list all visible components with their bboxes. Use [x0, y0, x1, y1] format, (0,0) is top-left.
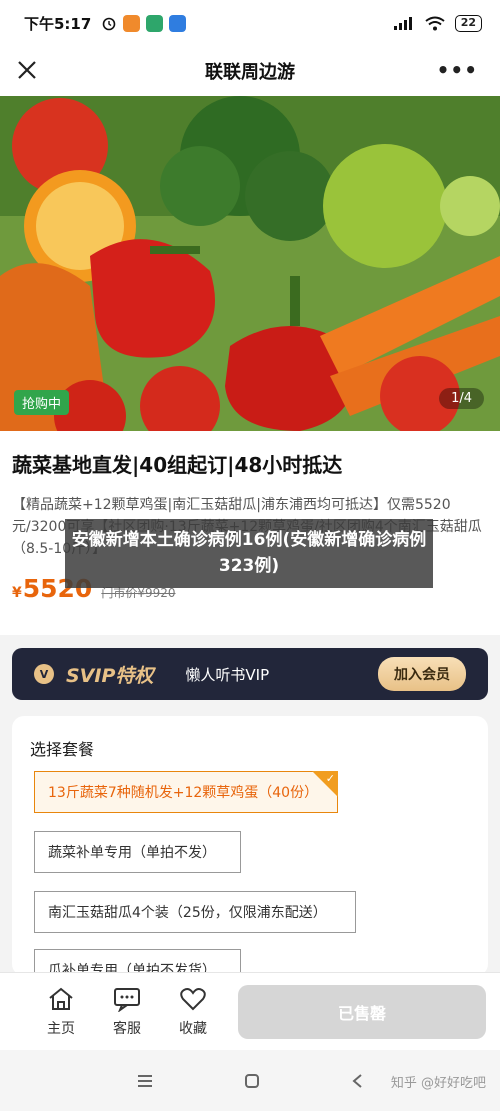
watermark: 知乎 @好好吃吧 — [390, 1076, 486, 1091]
check-icon: ✓ — [325, 772, 335, 785]
chat-icon — [114, 987, 140, 1012]
menu-icon[interactable] — [136, 1074, 154, 1088]
close-icon[interactable] — [14, 57, 40, 83]
package-option[interactable]: 南汇玉菇甜瓜4个装（25份，仅限浦东配送） — [34, 891, 356, 933]
package-heading: 选择套餐 — [30, 740, 95, 759]
package-option[interactable]: 13斤蔬菜7种随机发+12颗草鸡蛋（40份） ✓ — [34, 771, 338, 813]
join-member-button[interactable]: 加入会员 — [378, 657, 466, 691]
tab-home[interactable]: 主页 — [28, 986, 94, 1038]
back-icon[interactable] — [350, 1073, 364, 1089]
package-option[interactable]: 蔬菜补单专用（单拍不发） — [34, 831, 241, 873]
alarm-icon — [103, 17, 116, 31]
package-label: 南汇玉菇甜瓜4个装（25份，仅限浦东配送） — [48, 905, 327, 921]
carousel-pager: 1/4 — [439, 388, 484, 409]
svip-brand: SVIP特权 — [66, 664, 154, 687]
tab-favorites[interactable]: 收藏 — [160, 986, 226, 1038]
package-label: 13斤蔬菜7种随机发+12颗草鸡蛋（40份） — [48, 785, 319, 801]
svip-banner[interactable]: V SVIP特权 懒人听书VIP 加入会员 — [12, 648, 488, 700]
wifi-icon — [425, 16, 445, 30]
status-bar: 下午5:17 22 — [0, 0, 500, 46]
flash-sale-badge: 抢购中 — [14, 390, 70, 415]
sold-out-button[interactable]: 已售罄 — [238, 984, 486, 1039]
app-notification-icon — [146, 14, 164, 32]
tab-customer-service[interactable]: 客服 — [94, 986, 160, 1038]
battery-indicator: 22 — [454, 14, 482, 32]
news-overlay-banner: 安徽新增本土确诊病例16例(安徽新增确诊病例323例) — [65, 519, 433, 588]
heart-icon — [180, 987, 206, 1010]
nav-bar: 联联周边游 ••• — [0, 46, 500, 96]
tab-label: 主页 — [47, 1020, 75, 1037]
svip-crown-icon: V — [34, 664, 54, 684]
signal-icon — [393, 17, 412, 30]
package-selector: 选择套餐 13斤蔬菜7种随机发+12颗草鸡蛋（40份） ✓ 蔬菜补单专用（单拍不… — [12, 716, 488, 976]
more-options-icon[interactable]: ••• — [437, 58, 478, 82]
page-title: 联联周边游 — [205, 62, 295, 83]
bottom-action-bar: 主页 客服 收藏 已售罄 — [0, 972, 500, 1050]
product-image-carousel[interactable]: 抢购中 1/4 — [0, 96, 500, 431]
app-notification-icon — [123, 14, 141, 32]
vegetables-photo — [0, 96, 500, 431]
status-notification-icons — [101, 14, 187, 32]
product-title: 蔬菜基地直发|40组起订|48小时抵达 — [12, 453, 343, 477]
currency-symbol: ¥ — [12, 585, 22, 601]
tab-label: 收藏 — [179, 1020, 207, 1037]
svip-text: 懒人听书VIP — [185, 665, 270, 684]
status-time: 下午5:17 — [24, 14, 92, 33]
app-notification-icon — [169, 14, 187, 32]
status-right: 22 — [393, 14, 482, 32]
package-label: 蔬菜补单专用（单拍不发） — [48, 845, 216, 861]
home-square-icon[interactable] — [244, 1073, 260, 1089]
home-icon — [49, 987, 73, 1010]
tab-label: 客服 — [113, 1020, 141, 1037]
